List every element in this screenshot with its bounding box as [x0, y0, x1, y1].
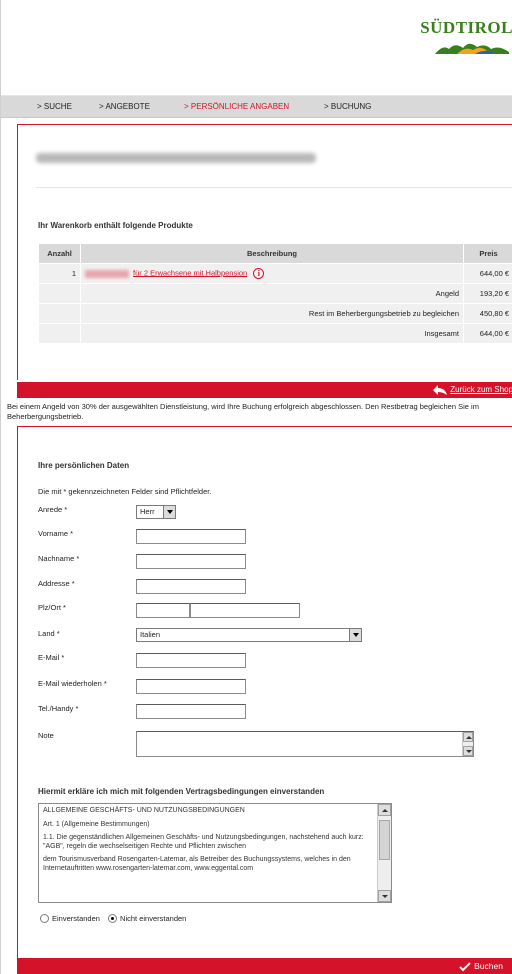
- disagree-radio[interactable]: [108, 913, 118, 923]
- item-qty: 1: [38, 263, 81, 284]
- required-fields-note: Die mit * gekennzeichneten Felder sind P…: [38, 487, 212, 496]
- terms-content: ALLGEMEINE GESCHÄFTS- UND NUTZUNGSBEDING…: [43, 807, 375, 879]
- email-label: E-Mail *: [38, 653, 65, 662]
- table-row: Rest im Beherbergungsbetrieb zu begleich…: [38, 303, 512, 324]
- firstname-label: Vorname *: [38, 529, 74, 538]
- nav-step-personal-data[interactable]: > Persönliche Angaben: [184, 102, 289, 111]
- cart-panel: Ihr Warenkorb enthält folgende Produkte …: [17, 124, 512, 380]
- country-value: Italien: [140, 630, 161, 639]
- address-input[interactable]: [136, 579, 246, 594]
- logo-hills-icon: [435, 43, 509, 54]
- agree-radio[interactable]: [40, 913, 49, 923]
- remaining-label: Rest im Beherbergungsbetrieb zu begleich…: [80, 303, 464, 324]
- personal-data-title: Ihre persönlichen Daten: [38, 461, 130, 470]
- nav-step-offers[interactable]: > Angebote: [99, 102, 150, 111]
- deposit-label: Angeld: [80, 283, 464, 304]
- firstname-input[interactable]: [136, 529, 246, 544]
- suedtirol-logo[interactable]: SÜDTIROL: [420, 18, 512, 58]
- blurred-offer-name: [85, 269, 129, 278]
- back-to-shop-bar: Zurück zum Shop: [17, 382, 512, 398]
- terms-line: dem Tourismusverband Rosengarten-Latemar…: [43, 856, 351, 872]
- total-label: Insgesamt: [80, 323, 464, 344]
- page: SÜDTIROL > Suche > Angebote > Persönlich…: [0, 0, 512, 974]
- lastname-input[interactable]: [136, 554, 246, 569]
- note-label: Note: [38, 731, 54, 740]
- terms-line: ALLGEMEINE GESCHÄFTS- UND NUTZUNGSBEDING…: [43, 807, 245, 814]
- info-icon[interactable]: i: [253, 268, 265, 279]
- deposit-info-text: Bei einem Angeld von 30% der ausgewählte…: [7, 402, 479, 421]
- remaining-value: 450,80 €: [463, 303, 512, 324]
- header: SÜDTIROL: [1, 0, 512, 96]
- blurred-accommodation-name: [36, 153, 316, 163]
- item-price: 644,00 €: [463, 263, 512, 284]
- note-scrollbar[interactable]: [462, 732, 473, 756]
- table-row: Insgesamt 644,00 €: [38, 323, 512, 344]
- country-select[interactable]: Italien: [136, 628, 362, 642]
- salutation-value: Herr: [140, 507, 155, 516]
- back-arrow-icon: [433, 385, 448, 395]
- book-button[interactable]: Buchen: [459, 961, 503, 972]
- country-label: Land *: [38, 629, 60, 638]
- back-to-shop-label: Zurück zum Shop: [450, 385, 512, 395]
- nav-step-booking[interactable]: > Buchung: [324, 102, 371, 111]
- cart-title: Ihr Warenkorb enthält folgende Produkte: [38, 221, 193, 230]
- scroll-up-icon[interactable]: [378, 804, 391, 816]
- book-button-label: Buchen: [474, 961, 503, 971]
- lastname-label: Nachname *: [38, 554, 80, 563]
- terms-line: Art. 1 (Allgemeine Bestimmungen): [43, 820, 150, 828]
- email-input[interactable]: [136, 653, 246, 668]
- email-repeat-input[interactable]: [136, 679, 246, 694]
- deposit-value: 193,20 €: [463, 283, 512, 304]
- nav-step-search[interactable]: > Suche: [37, 102, 72, 111]
- back-to-shop-link[interactable]: Zurück zum Shop: [433, 385, 512, 395]
- logo-text: SÜDTIROL: [420, 18, 512, 37]
- cart-table: Anzahl Beschreibung Preis 1 für 2 Erwach…: [38, 243, 512, 344]
- terms-consent-radios: Einverstanden Nicht einverstanden: [40, 913, 192, 923]
- divider: [36, 187, 512, 188]
- checkmark-icon: [459, 962, 471, 972]
- col-header-description: Beschreibung: [80, 243, 464, 264]
- scroll-thumb[interactable]: [379, 820, 390, 860]
- address-label: Addresse *: [38, 579, 75, 588]
- zipcity-label: Plz/Ort *: [38, 603, 66, 612]
- salutation-label: Anrede *: [38, 505, 68, 514]
- scroll-down-icon[interactable]: [378, 890, 391, 902]
- salutation-select[interactable]: Herr: [136, 505, 176, 519]
- scroll-down-icon[interactable]: [463, 746, 473, 756]
- table-row: 1 für 2 Erwachsene mit Halbpension i 644…: [38, 263, 512, 284]
- item-description-link[interactable]: für 2 Erwachsene mit Halbpension: [133, 268, 247, 277]
- disagree-label[interactable]: Nicht einverstanden: [120, 914, 186, 923]
- zip-input[interactable]: [136, 603, 190, 618]
- terms-title: Hiermit erkläre ich mich mit folgenden V…: [38, 787, 325, 796]
- col-header-price: Preis: [463, 243, 512, 264]
- cart-table-header: Anzahl Beschreibung Preis: [38, 243, 512, 264]
- scroll-up-icon[interactable]: [463, 732, 473, 742]
- col-header-qty: Anzahl: [38, 243, 81, 264]
- phone-label: Tel./Handy *: [38, 704, 79, 713]
- personal-data-panel: Ihre persönlichen Daten Die mit * gekenn…: [17, 426, 512, 958]
- terms-scrollbar[interactable]: [377, 804, 391, 902]
- chevron-down-icon: [163, 506, 175, 518]
- terms-line: 1.1. Die gegenständlichen Allgemeinen Ge…: [43, 834, 364, 850]
- total-value: 644,00 €: [463, 323, 512, 344]
- booking-bar: Buchen: [17, 958, 512, 974]
- chevron-down-icon: [349, 629, 361, 641]
- agree-label[interactable]: Einverstanden: [52, 914, 100, 923]
- terms-textbox[interactable]: ALLGEMEINE GESCHÄFTS- UND NUTZUNGSBEDING…: [38, 803, 392, 903]
- step-navigation: > Suche > Angebote > Persönliche Angaben…: [1, 96, 512, 118]
- table-row: Angeld 193,20 €: [38, 283, 512, 304]
- email-repeat-label: E-Mail wiederholen *: [38, 679, 107, 688]
- note-textarea[interactable]: [136, 731, 474, 757]
- phone-input[interactable]: [136, 704, 246, 719]
- item-description-cell: für 2 Erwachsene mit Halbpension i: [80, 263, 464, 284]
- city-input[interactable]: [190, 603, 300, 618]
